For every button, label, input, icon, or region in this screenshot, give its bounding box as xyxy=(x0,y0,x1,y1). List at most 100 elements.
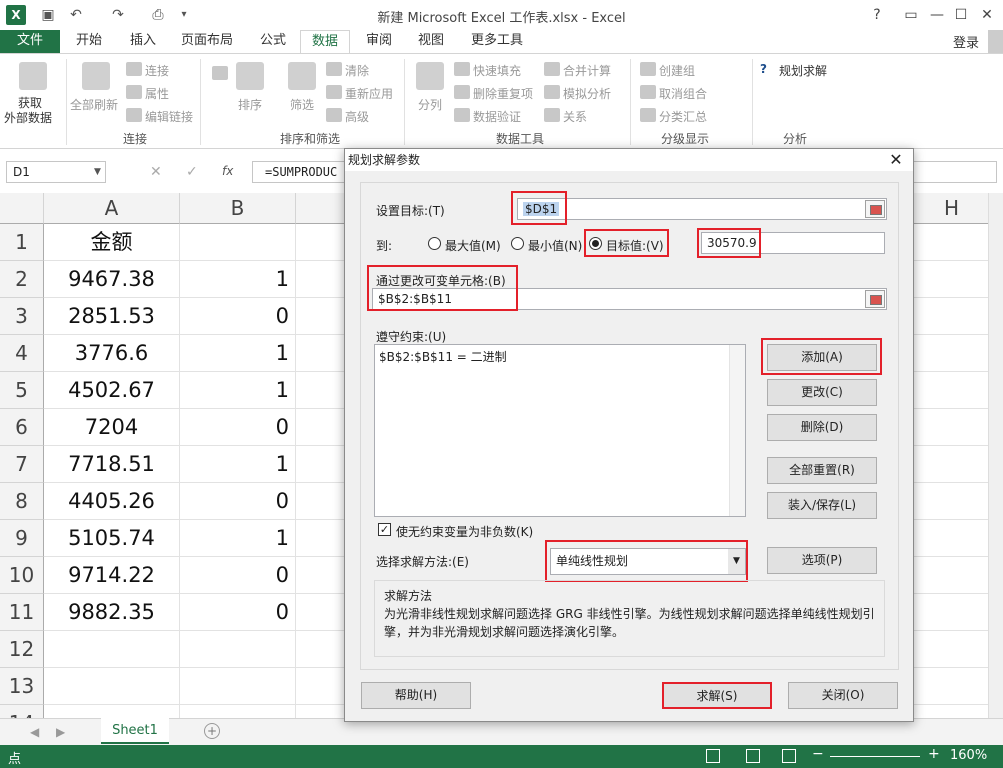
cell-b[interactable]: 0 xyxy=(180,594,296,631)
cell-h[interactable] xyxy=(914,335,990,372)
row-header[interactable]: 5 xyxy=(0,372,44,409)
cell-b[interactable]: 1 xyxy=(180,446,296,483)
row-header[interactable]: 1 xyxy=(0,224,44,261)
constraint-item[interactable]: $B$2:$B$11 = 二进制 xyxy=(379,348,507,365)
cell-a[interactable]: 4502.67 xyxy=(44,372,180,409)
next-sheet-icon[interactable]: ▶ xyxy=(56,725,65,739)
text-to-columns-button[interactable]: 分列 xyxy=(418,96,442,113)
prev-sheet-icon[interactable]: ◀ xyxy=(30,725,39,739)
group-button[interactable]: 创建组 xyxy=(659,62,695,79)
solver-button[interactable]: 规划求解 xyxy=(779,62,827,79)
row-header[interactable]: 11 xyxy=(0,594,44,631)
reset-all-button[interactable]: 全部重置(R) xyxy=(767,457,877,484)
insert-function-icon[interactable]: fx xyxy=(222,164,233,178)
cell-h[interactable] xyxy=(914,409,990,446)
cell-a[interactable]: 3776.6 xyxy=(44,335,180,372)
cell-a[interactable]: 9467.38 xyxy=(44,261,180,298)
sort-az-icon[interactable] xyxy=(212,66,228,80)
select-all-corner[interactable] xyxy=(0,193,44,224)
row-header[interactable]: 3 xyxy=(0,298,44,335)
cell-a[interactable]: 2851.53 xyxy=(44,298,180,335)
changing-range-picker-icon[interactable] xyxy=(865,290,885,308)
radio-max[interactable] xyxy=(428,237,441,250)
cell-a[interactable]: 9714.22 xyxy=(44,557,180,594)
page-break-view-icon[interactable] xyxy=(782,749,796,763)
cell-c[interactable] xyxy=(296,557,346,594)
cell-c[interactable] xyxy=(296,224,346,261)
radio-min[interactable] xyxy=(511,237,524,250)
relationships-button[interactable]: 关系 xyxy=(563,108,587,125)
column-header-b[interactable]: B xyxy=(180,193,296,224)
load-save-button[interactable]: 装入/保存(L) xyxy=(767,492,877,519)
cell-b[interactable]: 1 xyxy=(180,372,296,409)
zoom-slider[interactable] xyxy=(830,756,920,757)
get-external-label-2[interactable]: 外部数据 xyxy=(4,109,52,126)
row-header[interactable]: 10 xyxy=(0,557,44,594)
help-icon[interactable]: ? xyxy=(860,0,894,30)
cell-b[interactable]: 0 xyxy=(180,409,296,446)
row-header[interactable]: 4 xyxy=(0,335,44,372)
cell-b[interactable] xyxy=(180,631,296,668)
tab-file[interactable]: 文件 xyxy=(0,30,60,54)
tab-home[interactable]: 开始 xyxy=(64,30,114,54)
connections-button[interactable]: 连接 xyxy=(145,62,169,79)
cell-h[interactable] xyxy=(914,520,990,557)
filter-button[interactable]: 筛选 xyxy=(290,96,314,113)
tab-insert[interactable]: 插入 xyxy=(118,30,168,54)
objective-input[interactable]: $D$1 xyxy=(517,198,887,220)
help-button[interactable]: 帮助(H) xyxy=(361,682,471,709)
zoom-in-icon[interactable]: + xyxy=(928,746,940,762)
cancel-icon[interactable]: ✕ xyxy=(150,164,162,180)
constraints-list[interactable]: $B$2:$B$11 = 二进制 xyxy=(374,344,746,517)
cell-c[interactable] xyxy=(296,372,346,409)
cell-a[interactable]: 4405.26 xyxy=(44,483,180,520)
cell-c[interactable] xyxy=(296,261,346,298)
column-header-h[interactable]: H xyxy=(914,193,990,224)
cell-b[interactable]: 0 xyxy=(180,298,296,335)
cell-c[interactable] xyxy=(296,298,346,335)
cell-b[interactable]: 1 xyxy=(180,520,296,557)
cell-c[interactable] xyxy=(296,631,346,668)
cell-h[interactable] xyxy=(914,261,990,298)
cell-h[interactable] xyxy=(914,224,990,261)
chevron-down-icon[interactable]: ▼ xyxy=(94,167,101,177)
cell-c[interactable] xyxy=(296,446,346,483)
what-if-button[interactable]: 模拟分析 xyxy=(563,85,611,102)
change-button[interactable]: 更改(C) xyxy=(767,379,877,406)
cell-a[interactable]: 7204 xyxy=(44,409,180,446)
zoom-out-icon[interactable]: − xyxy=(812,746,824,762)
cell-c[interactable] xyxy=(296,520,346,557)
tab-review[interactable]: 审阅 xyxy=(354,30,404,54)
cell-c[interactable] xyxy=(296,668,346,705)
column-header-c[interactable] xyxy=(296,193,346,224)
tab-more-tools[interactable]: 更多工具 xyxy=(462,30,532,54)
consolidate-button[interactable]: 合并计算 xyxy=(563,62,611,79)
delete-button[interactable]: 删除(D) xyxy=(767,414,877,441)
vertical-scrollbar[interactable] xyxy=(988,193,1003,718)
cell-h[interactable] xyxy=(914,446,990,483)
data-validation-button[interactable]: 数据验证 xyxy=(473,108,521,125)
flash-fill-button[interactable]: 快速填充 xyxy=(473,62,521,79)
row-header[interactable]: 12 xyxy=(0,631,44,668)
objective-range-picker-icon[interactable] xyxy=(865,200,885,218)
remove-duplicates-button[interactable]: 删除重复项 xyxy=(473,85,533,102)
radio-min-label[interactable]: 最小值(N) xyxy=(528,237,582,254)
cell-c[interactable] xyxy=(296,335,346,372)
cell-b[interactable]: 1 xyxy=(180,261,296,298)
close-icon[interactable]: ✕ xyxy=(885,149,907,171)
refresh-all-button[interactable]: 全部刷新 xyxy=(70,96,118,113)
name-box[interactable]: D1 xyxy=(6,161,106,183)
nonneg-checkbox[interactable]: ✓ xyxy=(378,523,391,536)
cell-h[interactable] xyxy=(914,594,990,631)
normal-view-icon[interactable] xyxy=(706,749,720,763)
sort-button[interactable]: 排序 xyxy=(238,96,262,113)
login-link[interactable]: 登录 xyxy=(953,32,979,51)
cell-a[interactable] xyxy=(44,668,180,705)
cell-a[interactable] xyxy=(44,631,180,668)
radio-max-label[interactable]: 最大值(M) xyxy=(445,237,501,254)
cell-c[interactable] xyxy=(296,409,346,446)
tab-data[interactable]: 数据 xyxy=(300,30,350,54)
row-header[interactable]: 8 xyxy=(0,483,44,520)
row-header[interactable]: 7 xyxy=(0,446,44,483)
cell-a[interactable]: 5105.74 xyxy=(44,520,180,557)
